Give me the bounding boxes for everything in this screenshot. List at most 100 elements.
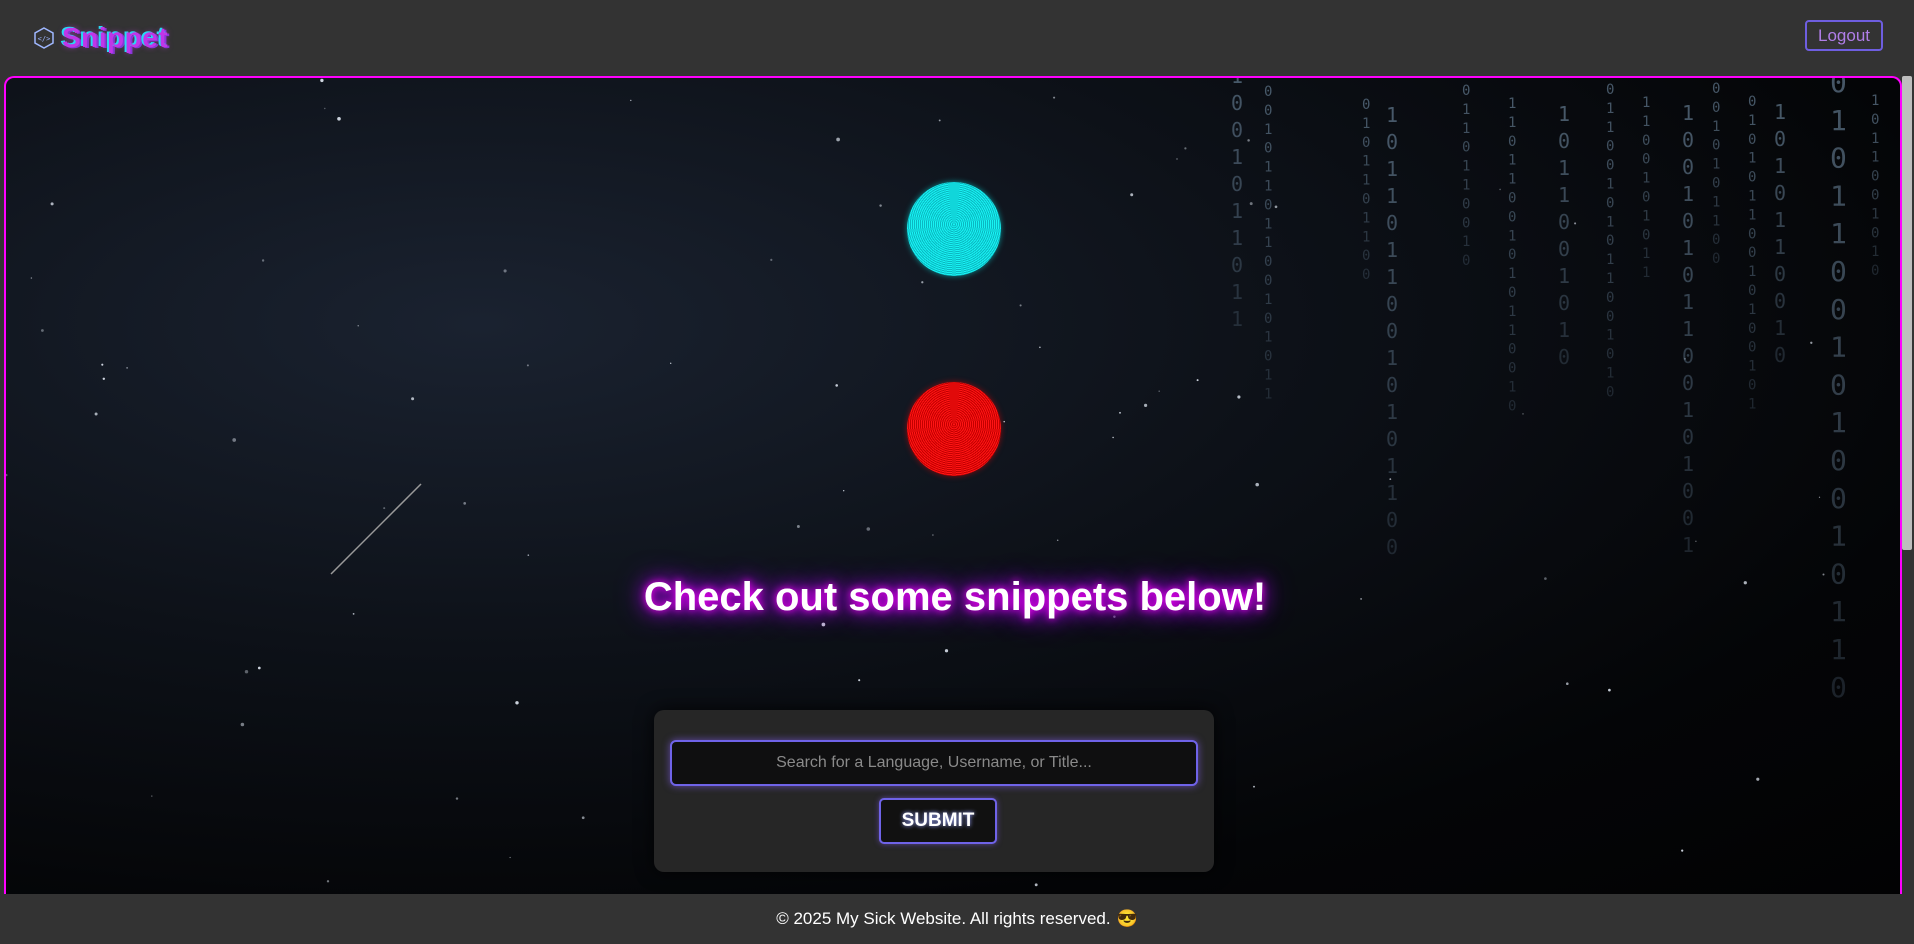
star xyxy=(30,277,33,279)
matrix-digit: 0 xyxy=(1606,384,1614,400)
logout-button[interactable]: Logout xyxy=(1805,20,1883,51)
star xyxy=(796,525,800,528)
matrix-digit: 0 xyxy=(1748,283,1756,299)
star xyxy=(503,269,507,273)
matrix-digit: 1 xyxy=(1508,304,1516,320)
star xyxy=(1034,883,1038,887)
matrix-digit: 1 xyxy=(1830,179,1847,212)
star xyxy=(357,325,359,327)
matrix-digit: 0 xyxy=(1508,209,1516,225)
matrix-digit: 0 xyxy=(1386,508,1398,532)
matrix-digit: 1 xyxy=(1508,323,1516,339)
matrix-digit: 1 xyxy=(1748,189,1756,205)
cyan-orb xyxy=(907,182,1001,276)
matrix-digit: 0 xyxy=(1508,247,1516,263)
star xyxy=(1681,849,1684,852)
matrix-digit: 0 xyxy=(1642,152,1650,168)
hero-section: 1001011011001011011001010110101101100101… xyxy=(4,76,1902,898)
matrix-digit: 0 xyxy=(1558,210,1570,234)
star xyxy=(41,329,44,332)
matrix-digit: 1 xyxy=(1830,104,1847,137)
star xyxy=(1608,688,1611,692)
star xyxy=(324,107,326,110)
matrix-digit: 1 xyxy=(1558,264,1570,288)
star xyxy=(1274,205,1278,209)
matrix-digit: 0 xyxy=(1871,112,1879,128)
matrix-digit: 0 xyxy=(1386,211,1398,235)
matrix-digit: 1 xyxy=(1682,236,1694,260)
matrix-digit: 1 xyxy=(1774,316,1786,340)
matrix-digit: 0 xyxy=(1712,138,1720,154)
star xyxy=(932,534,934,536)
star xyxy=(50,202,54,206)
matrix-digit: 0 xyxy=(1748,226,1756,242)
star xyxy=(835,384,838,387)
matrix-digit: 1 xyxy=(1362,229,1370,245)
matrix-digit: 1 xyxy=(1264,235,1272,251)
star xyxy=(102,377,106,381)
matrix-digit: 0 xyxy=(1830,482,1847,515)
star xyxy=(670,362,672,364)
star xyxy=(526,364,529,367)
star xyxy=(770,258,773,262)
matrix-digit: 1 xyxy=(1830,520,1847,553)
matrix-digit: 1 xyxy=(1871,244,1879,260)
matrix-digit: 0 xyxy=(1642,190,1650,206)
matrix-digit: 0 xyxy=(1871,263,1879,279)
matrix-digit: 0 xyxy=(1264,141,1272,157)
matrix-digit: 1 xyxy=(1830,406,1847,439)
star xyxy=(411,397,415,401)
matrix-digit: 0 xyxy=(1830,142,1847,175)
matrix-digit: 1 xyxy=(1642,246,1650,262)
matrix-digit: 1 xyxy=(1462,159,1470,175)
scrollbar-thumb[interactable] xyxy=(1902,76,1912,550)
matrix-digit: 0 xyxy=(1830,671,1847,704)
matrix-digit: 0 xyxy=(1386,292,1398,316)
matrix-digit: 0 xyxy=(1606,290,1614,306)
matrix-digit: 1 xyxy=(1682,182,1694,206)
matrix-digit: 0 xyxy=(1362,192,1370,208)
star xyxy=(455,797,459,800)
matrix-digit: 0 xyxy=(1264,273,1272,289)
matrix-digit: 1 xyxy=(1606,177,1614,193)
star xyxy=(1247,139,1250,142)
matrix-digit: 1 xyxy=(1774,235,1786,259)
matrix-digit: 1 xyxy=(1264,368,1272,384)
matrix-digit: 1 xyxy=(1712,194,1720,210)
matrix-digit: 1 xyxy=(1642,265,1650,281)
matrix-digit: 0 xyxy=(1231,91,1243,115)
matrix-digit: 0 xyxy=(1774,343,1786,367)
matrix-digit: 1 xyxy=(1748,302,1756,318)
matrix-digit: 0 xyxy=(1558,291,1570,315)
star xyxy=(1003,420,1005,423)
svg-text:</>: </> xyxy=(38,35,51,43)
matrix-digit: 0 xyxy=(1682,425,1694,449)
matrix-digit: 1 xyxy=(1871,93,1879,109)
search-input[interactable] xyxy=(670,740,1198,786)
submit-button[interactable]: SUBMIT xyxy=(879,798,997,844)
matrix-digit: 0 xyxy=(1712,232,1720,248)
star xyxy=(515,701,519,705)
brand-logo[interactable]: </> Snippet xyxy=(34,22,168,54)
matrix-digit: 1 xyxy=(1830,331,1847,364)
matrix-digit: 0 xyxy=(1606,347,1614,363)
star xyxy=(879,204,882,207)
shooting-star xyxy=(330,483,422,575)
matrix-digit: 0 xyxy=(1748,132,1756,148)
star xyxy=(1053,96,1056,99)
star xyxy=(1695,540,1697,543)
matrix-digit: 0 xyxy=(1508,342,1516,358)
star xyxy=(101,363,104,366)
matrix-digit: 0 xyxy=(1871,169,1879,185)
matrix-digit: 0 xyxy=(1231,172,1243,196)
matrix-digit: 1 xyxy=(1712,119,1720,135)
star xyxy=(1756,777,1760,781)
star xyxy=(326,880,330,883)
star xyxy=(1818,496,1821,498)
star xyxy=(261,259,265,262)
matrix-digit: 1 xyxy=(1386,103,1398,127)
matrix-digit: 1 xyxy=(1558,102,1570,126)
search-panel: SUBMIT xyxy=(654,710,1214,872)
star xyxy=(126,367,128,369)
matrix-digit: 1 xyxy=(1264,179,1272,195)
